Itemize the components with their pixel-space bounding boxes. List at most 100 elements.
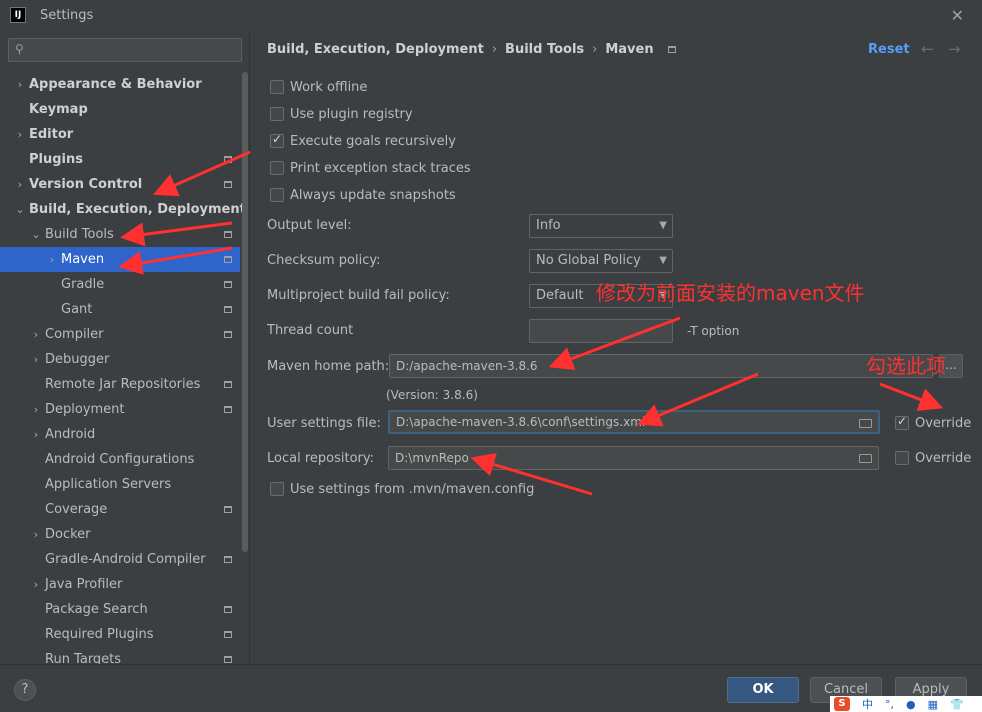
sidebar-scrollbar[interactable] bbox=[242, 72, 248, 552]
sidebar-item-label: Coverage bbox=[45, 502, 108, 517]
sidebar-item-label: Android Configurations bbox=[45, 452, 195, 467]
checkbox-box[interactable] bbox=[895, 414, 909, 430]
sidebar-item-package-search[interactable]: Package Search bbox=[0, 597, 240, 622]
user-settings-input[interactable]: D:\apache-maven-3.8.6\conf\settings.xml bbox=[388, 410, 880, 434]
thread-count-hint: -T option bbox=[687, 324, 740, 338]
sidebar-item-build-tools[interactable]: ⌄ Build Tools bbox=[0, 222, 240, 247]
sogou-logo-icon[interactable]: S bbox=[834, 697, 850, 711]
sidebar-item-label: Compiler bbox=[45, 327, 104, 342]
settings-search-input[interactable]: ⚲ bbox=[8, 38, 242, 62]
sidebar-item-compiler[interactable]: › Compiler bbox=[0, 322, 240, 347]
chevron-down-icon[interactable]: ⌄ bbox=[30, 222, 42, 247]
project-scope-icon bbox=[224, 656, 232, 663]
sidebar-item-label: Keymap bbox=[29, 102, 88, 117]
checkbox-box[interactable] bbox=[895, 451, 909, 465]
reset-link[interactable]: Reset bbox=[868, 42, 910, 57]
folder-icon[interactable] bbox=[859, 454, 872, 463]
sidebar-item-editor[interactable]: › Editor bbox=[0, 122, 240, 147]
sidebar-item-label: Maven bbox=[61, 252, 105, 267]
user-settings-override-checkbox[interactable]: Override bbox=[895, 413, 971, 433]
ime-keyboard-icon[interactable]: ▦ bbox=[928, 698, 938, 711]
breadcrumb-item: Build Tools bbox=[505, 42, 585, 57]
sidebar-item-plugins[interactable]: Plugins bbox=[0, 147, 240, 172]
checkbox-box[interactable] bbox=[270, 107, 284, 121]
chevron-right-icon[interactable]: › bbox=[46, 247, 58, 272]
local-repository-input[interactable]: D:\mvnRepo bbox=[388, 446, 879, 470]
chevron-right-icon[interactable]: › bbox=[30, 397, 42, 422]
forward-arrow-icon[interactable]: → bbox=[948, 40, 961, 58]
checkbox-label: Use settings from .mvn/maven.config bbox=[290, 481, 535, 497]
sidebar-item-docker[interactable]: › Docker bbox=[0, 522, 240, 547]
sidebar-item-label: Debugger bbox=[45, 352, 110, 367]
chevron-down-icon[interactable]: ⌄ bbox=[14, 197, 26, 222]
folder-icon[interactable] bbox=[859, 419, 872, 428]
chevron-right-icon[interactable]: › bbox=[14, 172, 26, 197]
print-exception-stack-traces-checkbox[interactable]: Print exception stack traces bbox=[270, 158, 471, 178]
sidebar-item-required-plugins[interactable]: Required Plugins bbox=[0, 622, 240, 647]
back-arrow-icon[interactable]: ← bbox=[921, 40, 934, 58]
work-offline-checkbox[interactable]: Work offline bbox=[270, 77, 367, 97]
checksum-policy-select[interactable]: No Global Policy ▼ bbox=[529, 249, 673, 273]
sidebar-item-keymap[interactable]: Keymap bbox=[0, 97, 240, 122]
annotation-check-note: 勾选此项 bbox=[866, 354, 946, 378]
chevron-right-icon[interactable]: › bbox=[14, 122, 26, 147]
thread-count-input[interactable] bbox=[529, 319, 673, 343]
sidebar-item-remote-jar-repositories[interactable]: Remote Jar Repositories bbox=[0, 372, 240, 397]
chevron-right-icon[interactable]: › bbox=[30, 572, 42, 597]
sidebar-item-label: Remote Jar Repositories bbox=[45, 377, 201, 392]
chevron-right-icon[interactable]: › bbox=[30, 347, 42, 372]
chevron-right-icon[interactable]: › bbox=[30, 322, 42, 347]
multiproject-policy-label: Multiproject build fail policy: bbox=[267, 288, 450, 303]
sidebar-item-coverage[interactable]: Coverage bbox=[0, 497, 240, 522]
ok-button[interactable]: OK bbox=[727, 677, 799, 703]
chevron-right-icon[interactable]: › bbox=[30, 522, 42, 547]
sidebar-item-label: Version Control bbox=[29, 177, 143, 192]
checkbox-box[interactable] bbox=[270, 188, 284, 202]
maven-home-label: Maven home path: bbox=[267, 359, 390, 374]
checkbox-box[interactable] bbox=[270, 132, 284, 148]
maven-home-input[interactable]: D:/apache-maven-3.8.6 bbox=[389, 354, 933, 378]
project-scope-icon bbox=[224, 406, 232, 413]
ime-punctuation-icon[interactable]: °, bbox=[885, 698, 894, 711]
close-icon[interactable]: ✕ bbox=[951, 6, 964, 25]
local-repository-override-checkbox[interactable]: Override bbox=[895, 448, 971, 468]
sidebar-item-application-servers[interactable]: Application Servers bbox=[0, 472, 240, 497]
sidebar-item-gradle[interactable]: Gradle bbox=[0, 272, 240, 297]
chevron-right-icon[interactable]: › bbox=[30, 422, 42, 447]
always-update-snapshots-checkbox[interactable]: Always update snapshots bbox=[270, 185, 456, 205]
maven-home-value: D:/apache-maven-3.8.6 bbox=[396, 359, 538, 373]
intellij-logo-icon: IJ bbox=[10, 7, 26, 23]
sidebar-item-label: Deployment bbox=[45, 402, 125, 417]
sidebar-item-deployment[interactable]: › Deployment bbox=[0, 397, 240, 422]
ime-toolbar: S 中 °, ● ▦ 👕 bbox=[830, 696, 982, 712]
sidebar-item-appearance-behavior[interactable]: › Appearance & Behavior bbox=[0, 72, 240, 97]
ime-chinese-mode[interactable]: 中 bbox=[862, 696, 873, 712]
chevron-right-icon[interactable]: › bbox=[14, 72, 26, 97]
sidebar-item-gant[interactable]: Gant bbox=[0, 297, 240, 322]
help-icon[interactable]: ? bbox=[14, 679, 36, 701]
checkbox-label: Always update snapshots bbox=[290, 187, 456, 203]
checkbox-box[interactable] bbox=[270, 80, 284, 94]
checkbox-box[interactable] bbox=[270, 482, 284, 496]
checkbox-label: Override bbox=[915, 415, 972, 431]
sidebar-item-gradle-android-compiler[interactable]: Gradle-Android Compiler bbox=[0, 547, 240, 572]
sidebar-item-java-profiler[interactable]: › Java Profiler bbox=[0, 572, 240, 597]
use-plugin-registry-checkbox[interactable]: Use plugin registry bbox=[270, 104, 413, 124]
checkbox-label: Execute goals recursively bbox=[290, 133, 456, 149]
ime-skin-icon[interactable]: 👕 bbox=[950, 698, 964, 711]
sidebar-item-maven[interactable]: › Maven bbox=[0, 247, 240, 272]
maven-version-text: (Version: 3.8.6) bbox=[386, 388, 478, 402]
execute-goals-recursively-checkbox[interactable]: Execute goals recursively bbox=[270, 131, 456, 151]
use-mvn-config-checkbox[interactable]: Use settings from .mvn/maven.config bbox=[270, 479, 534, 499]
maven-settings-panel: Build, Execution, Deployment › Build Tools… bbox=[251, 30, 982, 664]
sidebar-item-label: Application Servers bbox=[45, 477, 172, 492]
sidebar-item-version-control[interactable]: › Version Control bbox=[0, 172, 240, 197]
output-level-select[interactable]: Info ▼ bbox=[529, 214, 673, 238]
sidebar-item-android-configurations[interactable]: Android Configurations bbox=[0, 447, 240, 472]
checkbox-box[interactable] bbox=[270, 161, 284, 175]
sidebar-item-build-execution-deployment[interactable]: ⌄ Build, Execution, Deployment bbox=[0, 197, 245, 222]
sidebar-item-debugger[interactable]: › Debugger bbox=[0, 347, 240, 372]
sidebar-item-android[interactable]: › Android bbox=[0, 422, 240, 447]
project-scope-icon bbox=[224, 156, 232, 163]
ime-voice-icon[interactable]: ● bbox=[906, 698, 916, 711]
